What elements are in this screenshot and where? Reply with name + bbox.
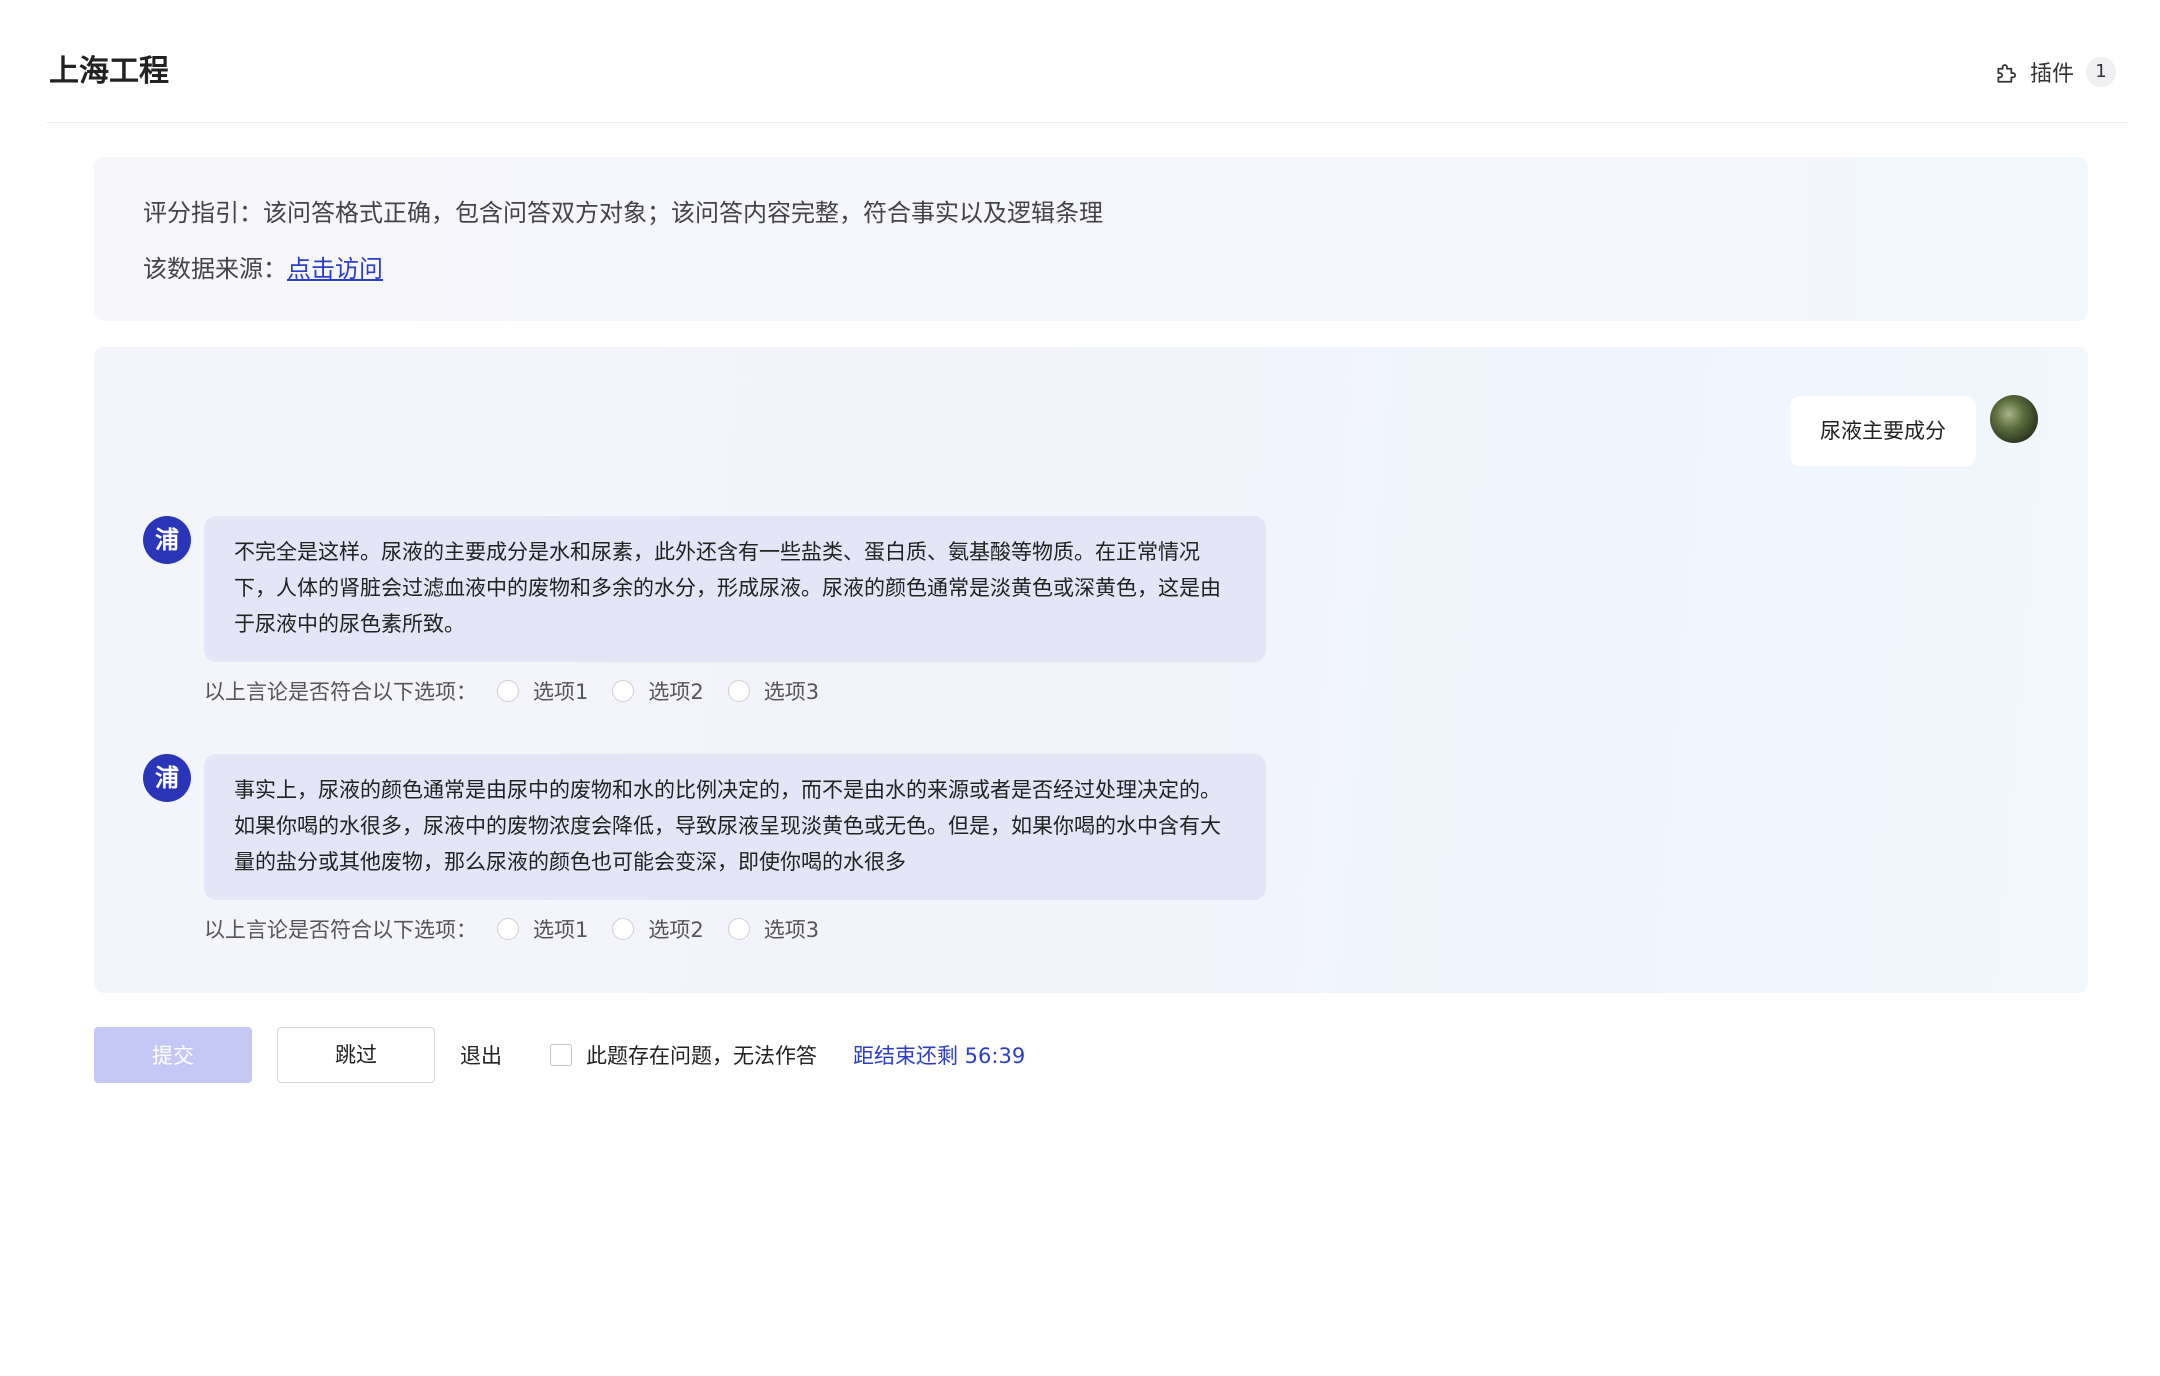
rating-2-option-2[interactable]: 选项2 <box>612 914 704 944</box>
user-avatar <box>1990 395 2038 443</box>
data-source-link[interactable]: 点击访问 <box>287 255 383 283</box>
rating-prompt: 以上言论是否符合以下选项： <box>204 918 477 942</box>
bot-response-bubble-2: 事实上，尿液的颜色通常是由尿中的废物和水的比例决定的，而不是由水的来源或者是否经… <box>204 754 1266 900</box>
bot-avatar: 浦 <box>143 754 191 802</box>
option-label: 选项2 <box>648 918 704 942</box>
problem-checkbox[interactable]: 此题存在问题，无法作答 <box>550 1040 817 1070</box>
rating-2-option-1[interactable]: 选项1 <box>497 914 588 944</box>
rating-prompt: 以上言论是否符合以下选项： <box>204 680 477 704</box>
rating-2-option-3[interactable]: 选项3 <box>727 914 820 944</box>
option-label: 选项1 <box>533 918 589 942</box>
radio-button[interactable] <box>612 680 635 702</box>
bot-response-bubble-1: 不完全是这样。尿液的主要成分是水和尿素，此外还含有一些盐类、蛋白质、氨基酸等物质… <box>204 516 1266 662</box>
plugin-label: 插件 <box>2029 62 2074 87</box>
radio-button[interactable] <box>727 680 750 702</box>
rating-row-2: 以上言论是否符合以下选项： 选项1 选项2 选项3 <box>204 911 843 947</box>
countdown-timer: 距结束还剩 56:39 <box>853 1044 1026 1068</box>
radio-button[interactable] <box>497 680 519 702</box>
user-message-bubble: 尿液主要成分 <box>1790 396 1976 466</box>
submit-button[interactable]: 提交 <box>94 1027 252 1083</box>
scoring-criteria: 评分指引：该问答格式正确，包含问答双方对象；该问答内容完整，符合事实以及逻辑条理 <box>143 199 1103 227</box>
plugin-button[interactable]: 插件 1 <box>1994 55 2116 89</box>
problem-checkbox-label: 此题存在问题，无法作答 <box>586 1044 817 1068</box>
rating-1-option-2[interactable]: 选项2 <box>612 676 704 706</box>
option-label: 选项3 <box>763 680 820 704</box>
radio-button[interactable] <box>727 918 750 940</box>
option-label: 选项3 <box>763 918 820 942</box>
radio-button[interactable] <box>497 918 519 940</box>
header-bar <box>46 0 2128 123</box>
checkbox-box[interactable] <box>550 1044 572 1066</box>
radio-button[interactable] <box>612 918 635 940</box>
option-label: 选项1 <box>533 680 589 704</box>
plugin-count-badge: 1 <box>2086 57 2116 87</box>
skip-button[interactable]: 跳过 <box>277 1027 435 1083</box>
guide-panel <box>94 157 2088 321</box>
data-source-label: 该数据来源： <box>143 255 287 283</box>
app-title: 上海工程 <box>49 54 169 89</box>
puzzle-icon <box>1994 59 2020 85</box>
rating-1-option-1[interactable]: 选项1 <box>497 676 588 706</box>
data-source-row: 该数据来源：点击访问 <box>143 251 383 287</box>
exit-button[interactable]: 退出 <box>460 1040 502 1070</box>
rating-row-1: 以上言论是否符合以下选项： 选项1 选项2 选项3 <box>204 673 843 709</box>
action-bar: 提交 跳过 退出 此题存在问题，无法作答 距结束还剩 56:39 <box>94 1027 1025 1083</box>
bot-avatar: 浦 <box>143 516 191 564</box>
option-label: 选项2 <box>648 680 704 704</box>
rating-1-option-3[interactable]: 选项3 <box>727 676 820 706</box>
